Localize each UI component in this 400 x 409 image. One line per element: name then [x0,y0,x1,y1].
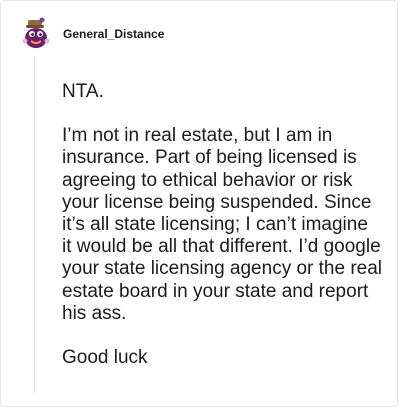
comment-paragraph: I’m not in real estate, but I am in insu… [62,125,383,324]
comment-card: General_Distance NTA. I’m not in real es… [0,0,398,407]
user-avatar-icon[interactable] [21,17,51,49]
comment-body: NTA. I’m not in real estate, but I am in… [62,81,382,369]
comment-paragraph: Good luck [62,347,148,369]
thread-collapse-line[interactable] [34,57,35,393]
comment-paragraph: NTA. [62,81,104,102]
comment-author[interactable]: General_Distance [63,27,164,41]
